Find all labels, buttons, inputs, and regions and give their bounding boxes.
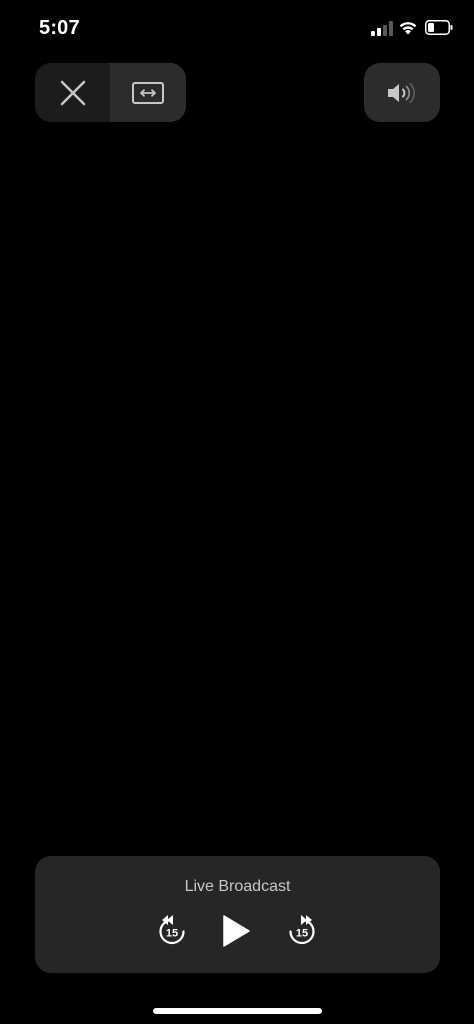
speaker-volume-icon — [388, 82, 415, 103]
skip-forward-label: 15 — [296, 928, 308, 940]
aspect-ratio-button[interactable] — [110, 63, 186, 122]
skip-back-label: 15 — [166, 928, 178, 940]
wifi-icon — [399, 22, 417, 35]
close-icon — [60, 80, 85, 105]
skip-back-15-icon[interactable]: 15 — [157, 914, 187, 946]
status-time: 5:07 — [39, 17, 80, 39]
top-control-group — [35, 63, 186, 122]
aspect-ratio-icon — [132, 81, 164, 104]
play-icon[interactable] — [221, 914, 251, 948]
cellular-signal-icon — [371, 21, 393, 36]
player-controls-panel: Live Broadcast 15 15 — [35, 856, 440, 973]
skip-forward-15-icon[interactable]: 15 — [287, 914, 317, 946]
volume-button[interactable] — [364, 63, 440, 122]
battery-icon — [425, 20, 453, 35]
status-bar: 5:07 — [0, 0, 474, 56]
broadcast-title: Live Broadcast — [184, 878, 291, 895]
close-button[interactable] — [35, 63, 110, 122]
home-indicator[interactable] — [153, 1008, 322, 1014]
